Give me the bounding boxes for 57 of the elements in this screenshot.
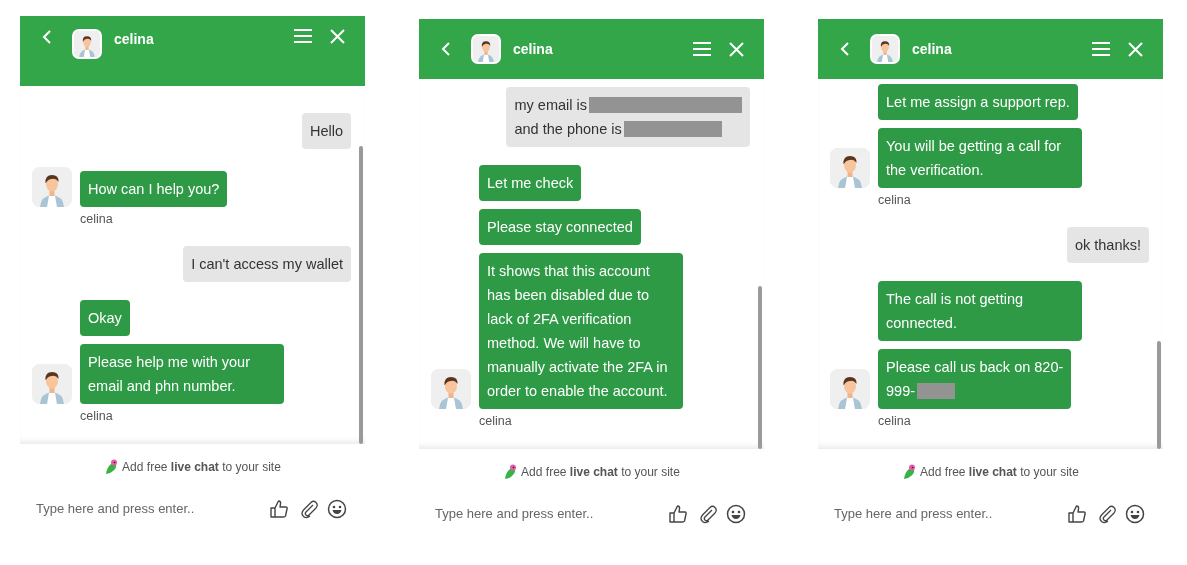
thumbs-up-icon[interactable] bbox=[269, 498, 289, 519]
message-text: I can't access my wallet bbox=[191, 256, 343, 273]
branding-text[interactable]: Add free live chat to your site bbox=[122, 458, 281, 476]
branding-text[interactable]: Add free live chat to your site bbox=[521, 463, 680, 481]
attachment-icon[interactable] bbox=[1097, 503, 1117, 524]
message-text: You will be getting a call for the verification. bbox=[886, 137, 1062, 178]
message-text: ok thanks! bbox=[1074, 237, 1141, 254]
agent-name: celina bbox=[912, 39, 952, 59]
parrot-icon bbox=[104, 459, 119, 475]
message-text: How can I help you? bbox=[88, 180, 220, 197]
message-text: Please call us back on 820- bbox=[886, 359, 1064, 376]
message-input[interactable]: Type here and press enter.. bbox=[832, 503, 1067, 525]
message-text: Let me assign a support rep. bbox=[886, 93, 1070, 110]
sender-name: celina bbox=[479, 413, 513, 431]
message-text: and the phone is bbox=[514, 121, 622, 138]
parrot-icon bbox=[902, 464, 917, 480]
message-text: The call is not getting connected. bbox=[886, 291, 1024, 332]
message-input[interactable]: Type here and press enter.. bbox=[433, 503, 668, 525]
scrollbar[interactable] bbox=[1157, 341, 1161, 449]
message-text: my email is bbox=[514, 97, 587, 114]
sender-name: celina bbox=[878, 191, 912, 209]
message-text: 999- bbox=[886, 383, 916, 400]
message-text: It shows that this account has been disabled due to lack of 2FA verification method. We will have to manually activate the 2FA in order to enable the account. bbox=[487, 263, 668, 400]
menu-icon[interactable] bbox=[693, 42, 711, 56]
close-icon[interactable] bbox=[729, 41, 744, 57]
sender-name: celina bbox=[80, 210, 114, 228]
attachment-icon[interactable] bbox=[698, 503, 718, 524]
attachment-icon[interactable] bbox=[299, 498, 319, 519]
message-text: Hello bbox=[309, 122, 343, 139]
emoji-icon[interactable] bbox=[726, 503, 746, 524]
back-icon[interactable] bbox=[840, 41, 850, 57]
message-text: Let me check bbox=[487, 175, 574, 192]
scrollbar[interactable] bbox=[359, 146, 363, 444]
branding-text[interactable]: Add free live chat to your site bbox=[920, 463, 1079, 481]
back-icon[interactable] bbox=[42, 29, 52, 45]
message-text: Okay bbox=[88, 310, 122, 327]
menu-icon[interactable] bbox=[294, 29, 312, 43]
close-icon[interactable] bbox=[330, 29, 345, 44]
parrot-icon bbox=[503, 464, 518, 480]
sender-name: celina bbox=[878, 413, 912, 431]
message-input[interactable]: Type here and press enter.. bbox=[34, 498, 269, 520]
scrollbar[interactable] bbox=[758, 286, 762, 449]
sender-name: celina bbox=[80, 408, 114, 426]
thumbs-up-icon[interactable] bbox=[1067, 503, 1087, 524]
thumbs-up-icon[interactable] bbox=[668, 503, 688, 524]
emoji-icon[interactable] bbox=[327, 498, 347, 519]
menu-icon[interactable] bbox=[1092, 42, 1110, 56]
close-icon[interactable] bbox=[1128, 41, 1143, 57]
agent-name: celina bbox=[114, 30, 154, 49]
agent-name: celina bbox=[513, 39, 553, 59]
emoji-icon[interactable] bbox=[1125, 503, 1145, 524]
message-text: Please stay connected bbox=[487, 219, 633, 236]
back-icon[interactable] bbox=[441, 41, 451, 57]
avatar-icon bbox=[870, 34, 900, 64]
avatar-icon bbox=[471, 34, 501, 64]
message-text: Please help me with your email and phn number. bbox=[88, 354, 250, 395]
avatar-icon bbox=[72, 29, 102, 59]
